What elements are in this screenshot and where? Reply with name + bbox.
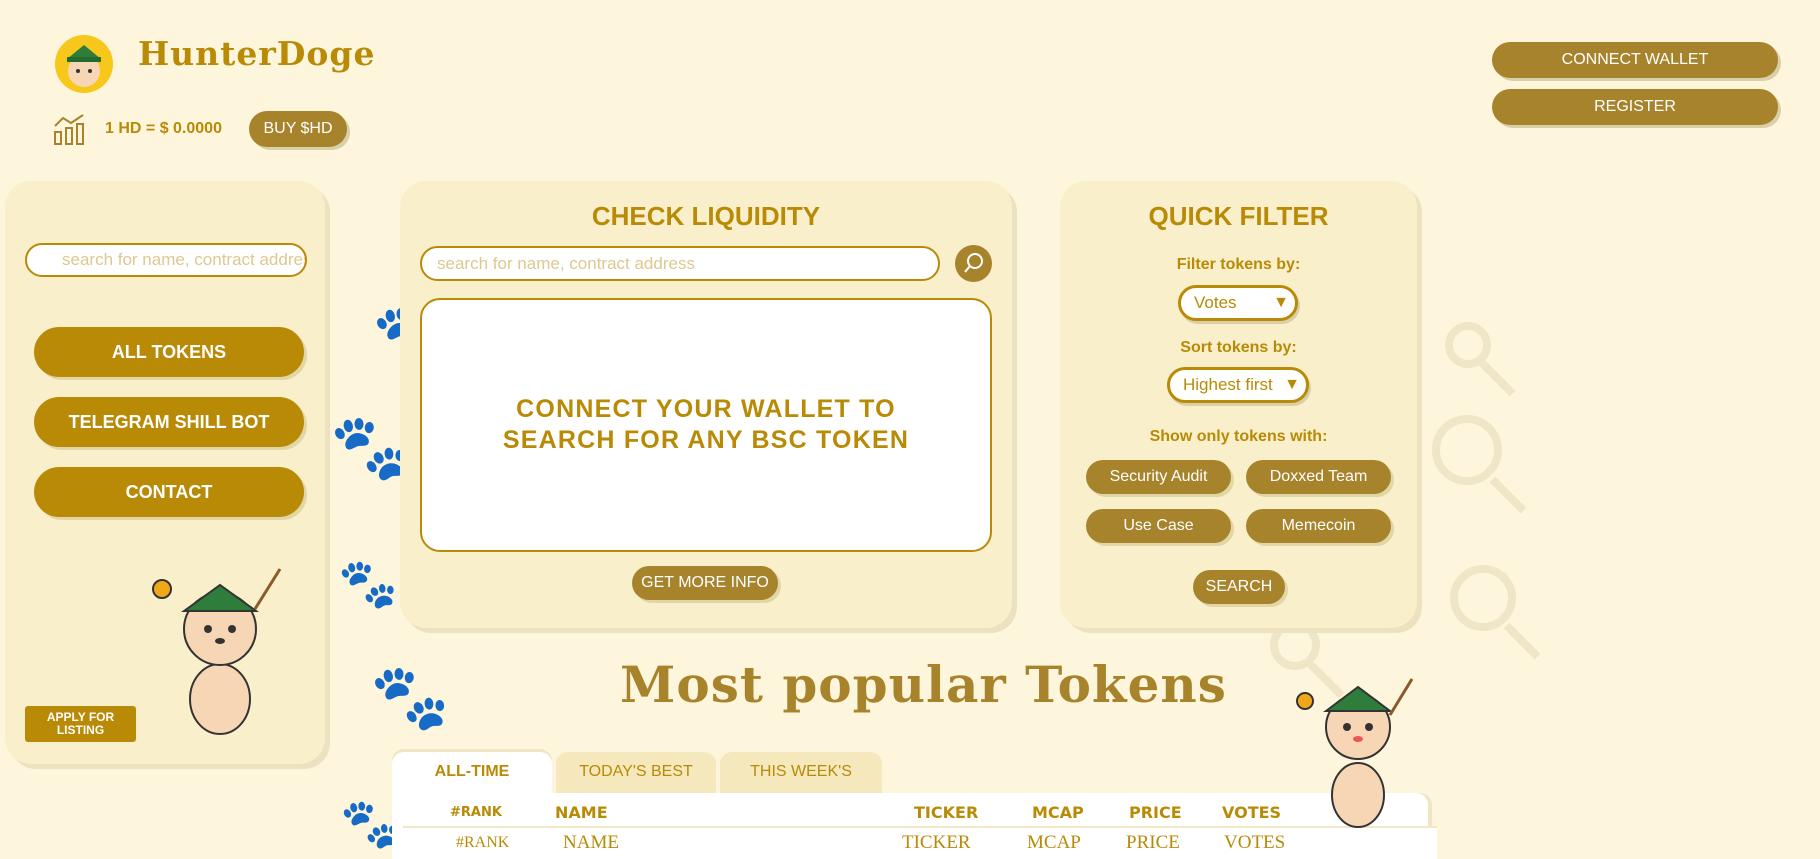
get-more-info-button[interactable]: GET MORE INFO <box>632 566 778 600</box>
cell-ticker: TICKER <box>902 832 971 853</box>
paw-print-decoration: 🐾 <box>340 796 400 852</box>
brand-title[interactable]: HunterDoge <box>138 34 376 73</box>
check-liquidity-panel: CHECK LIQUIDITY CONNECT YOUR WALLET TO S… <box>400 181 1012 628</box>
most-popular-title: Most popular Tokens <box>620 655 1227 714</box>
filter-select[interactable]: Votes ▼ <box>1178 285 1298 321</box>
dog-mascot-illustration <box>1296 678 1414 828</box>
quick-filter-title: QUICK FILTER <box>1148 201 1329 231</box>
header-price: PRICE <box>1129 803 1182 822</box>
sort-tokens-label: Sort tokens by: <box>1180 339 1297 356</box>
magnifier-decoration <box>1445 322 1491 368</box>
cell-rank: #RANK <box>456 834 510 851</box>
quick-filter-search-button[interactable]: SEARCH <box>1193 570 1285 604</box>
paw-print-decoration: 🐾 <box>370 661 450 735</box>
table-row[interactable]: #RANK NAME TICKER MCAP PRICE VOTES <box>403 826 1437 859</box>
header-rank: #RANK <box>450 805 502 820</box>
liquidity-search-button[interactable] <box>955 245 992 282</box>
sidebar-item-contact[interactable]: CONTACT <box>34 467 304 517</box>
header-mcap: MCAP <box>1032 803 1084 822</box>
search-icon <box>964 253 983 273</box>
doxxed-team-toggle[interactable]: Doxxed Team <box>1246 460 1391 494</box>
register-button[interactable]: REGISTER <box>1492 89 1778 125</box>
bar-chart-icon <box>54 114 84 145</box>
sidebar-item-telegram-shill-bot[interactable]: TELEGRAM SHILL BOT <box>34 397 304 447</box>
memecoin-toggle[interactable]: Memecoin <box>1246 509 1391 543</box>
connect-wallet-button[interactable]: CONNECT WALLET <box>1492 42 1778 78</box>
cell-name: NAME <box>563 832 619 853</box>
use-case-toggle[interactable]: Use Case <box>1086 509 1231 543</box>
show-only-label: Show only tokens with: <box>1149 428 1328 445</box>
tab-all-time[interactable]: ALL-TIME <box>392 752 552 794</box>
quick-filter-panel: QUICK FILTER Filter tokens by: Votes ▼ S… <box>1060 181 1417 628</box>
paw-print-decoration: 🐾 <box>330 411 410 485</box>
liquidity-search-input[interactable] <box>420 246 940 281</box>
cell-mcap: MCAP <box>1027 832 1081 853</box>
header-ticker: TICKER <box>914 803 979 822</box>
sort-select-value: Highest first <box>1183 375 1273 394</box>
logo-icon[interactable] <box>55 35 113 93</box>
magnifier-decoration <box>1432 415 1502 485</box>
magnifier-decoration <box>1450 565 1516 631</box>
caret-down-icon: ▼ <box>1284 376 1300 393</box>
token-price: 1 HD = $ 0.0000 <box>105 120 222 137</box>
check-liquidity-title: CHECK LIQUIDITY <box>591 201 821 231</box>
sidebar-panel: ALL TOKENS TELEGRAM SHILL BOT CONTACT AP… <box>5 181 325 764</box>
header-name: NAME <box>555 803 608 822</box>
wallet-message-box: CONNECT YOUR WALLET TO SEARCH FOR ANY BS… <box>420 298 992 552</box>
filter-select-value: Votes <box>1194 293 1237 312</box>
paw-print-decoration: 🐾 <box>338 556 398 612</box>
buy-hd-button[interactable]: BUY $HD <box>249 111 347 147</box>
security-audit-toggle[interactable]: Security Audit <box>1086 460 1231 494</box>
caret-down-icon: ▼ <box>1273 294 1289 311</box>
sidebar-search-input[interactable] <box>25 243 307 277</box>
tab-todays-best[interactable]: TODAY'S BEST <box>556 752 716 794</box>
sidebar-item-all-tokens[interactable]: ALL TOKENS <box>34 327 304 377</box>
connect-wallet-message: CONNECT YOUR WALLET TO SEARCH FOR ANY BS… <box>502 395 910 454</box>
dog-mascot-illustration <box>152 568 282 735</box>
tab-this-weeks[interactable]: THIS WEEK'S <box>720 752 882 794</box>
apply-for-listing-button[interactable]: APPLY FOR LISTING <box>25 706 136 742</box>
header-votes: VOTES <box>1222 803 1282 822</box>
sort-select[interactable]: Highest first ▼ <box>1167 367 1309 403</box>
cell-votes: VOTES <box>1224 832 1286 853</box>
cell-price: PRICE <box>1126 832 1180 853</box>
filter-tokens-label: Filter tokens by: <box>1176 256 1301 273</box>
